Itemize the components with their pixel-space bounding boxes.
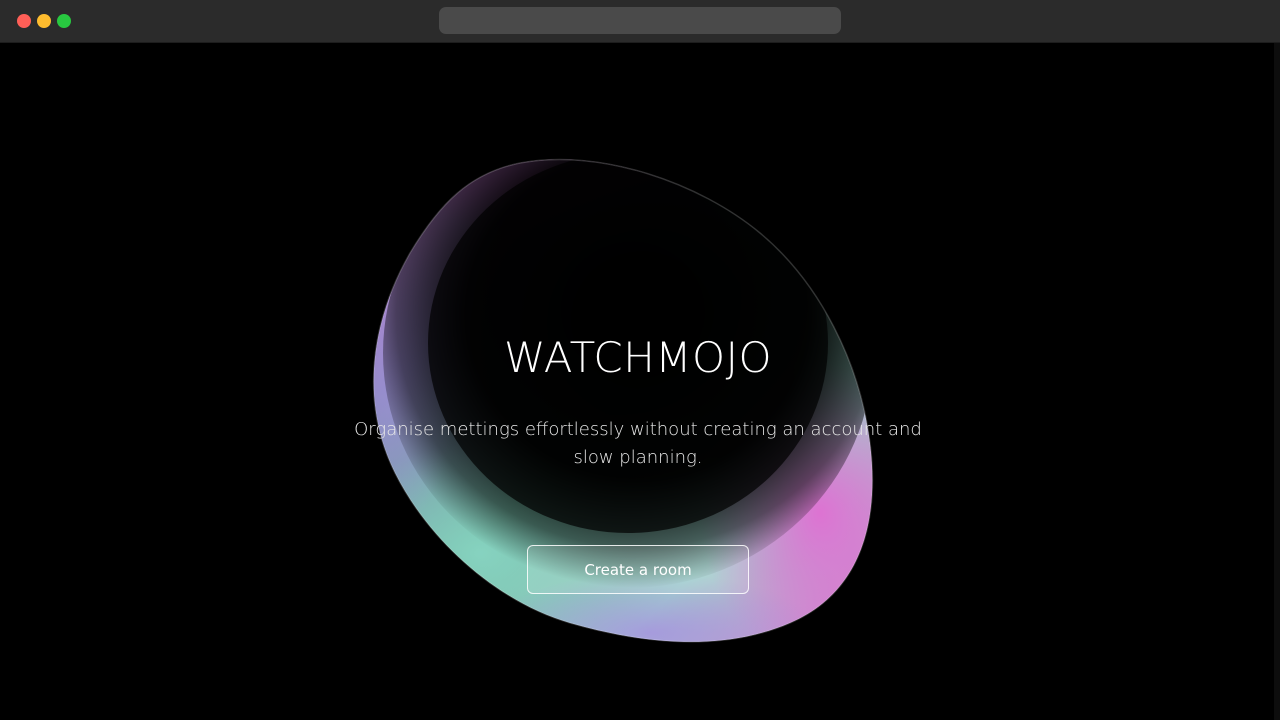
page-content: WATCHMOJO Organise mettings effortlessly…	[0, 43, 1274, 720]
minimize-window-button[interactable]	[37, 14, 51, 28]
zoom-window-button[interactable]	[57, 14, 71, 28]
address-bar[interactable]	[439, 7, 841, 34]
create-room-button[interactable]: Create a room	[527, 545, 749, 594]
browser-titlebar	[0, 0, 1280, 43]
browser-window: WATCHMOJO Organise mettings effortlessly…	[0, 0, 1280, 720]
hero-title: WATCHMOJO	[503, 333, 773, 382]
hero-subtitle: Organise mettings effortlessly without c…	[354, 419, 922, 468]
close-window-button[interactable]	[17, 14, 31, 28]
page-scrollbar[interactable]	[1274, 43, 1280, 720]
